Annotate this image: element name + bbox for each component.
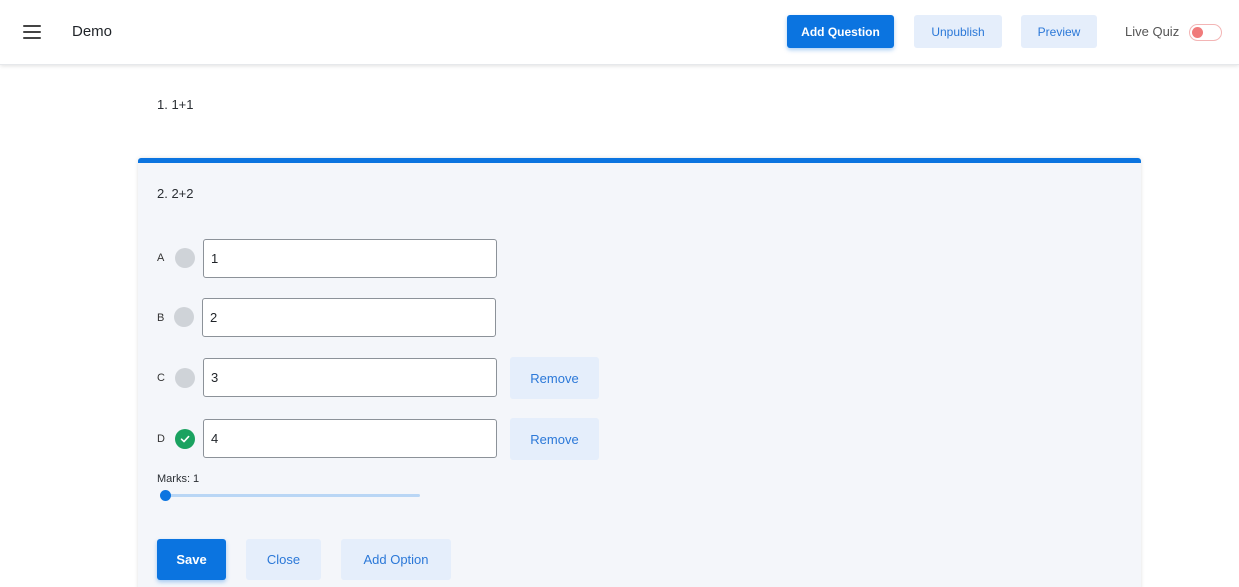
slider-track [160,494,420,497]
toggle-knob [1192,27,1203,38]
question-item-1[interactable]: 1. 1+1 [157,97,194,112]
remove-option-d-button[interactable]: Remove [510,418,599,460]
option-d-correct-radio[interactable] [175,429,195,449]
option-c-input[interactable] [203,358,497,397]
remove-option-c-button[interactable]: Remove [510,357,599,399]
add-option-button[interactable]: Add Option [341,539,451,580]
add-question-button[interactable]: Add Question [787,15,894,48]
option-letter-c: C [157,372,165,384]
hamburger-menu-icon[interactable] [23,25,41,39]
option-c-correct-radio[interactable] [175,368,195,388]
checkmark-icon [180,435,190,443]
save-button[interactable]: Save [157,539,226,580]
live-quiz-label: Live Quiz [1125,24,1180,39]
quiz-title: Demo [72,23,113,40]
live-quiz-toggle[interactable] [1189,24,1222,41]
top-bar: Demo Add Question Unpublish Preview Live… [0,0,1239,65]
slider-thumb[interactable] [160,490,171,501]
option-b-input[interactable] [202,298,496,337]
option-b-correct-radio[interactable] [174,307,194,327]
option-letter-d: D [157,433,165,445]
preview-button[interactable]: Preview [1021,15,1097,48]
question-item-2[interactable]: 2. 2+2 [157,186,194,201]
unpublish-button[interactable]: Unpublish [914,15,1002,48]
option-a-correct-radio[interactable] [175,248,195,268]
marks-label: Marks: 1 [157,473,200,485]
option-a-input[interactable] [203,239,497,278]
close-button[interactable]: Close [246,539,321,580]
option-d-input[interactable] [203,419,497,458]
marks-slider[interactable] [160,487,420,505]
option-letter-a: A [157,252,165,264]
option-letter-b: B [157,312,165,324]
